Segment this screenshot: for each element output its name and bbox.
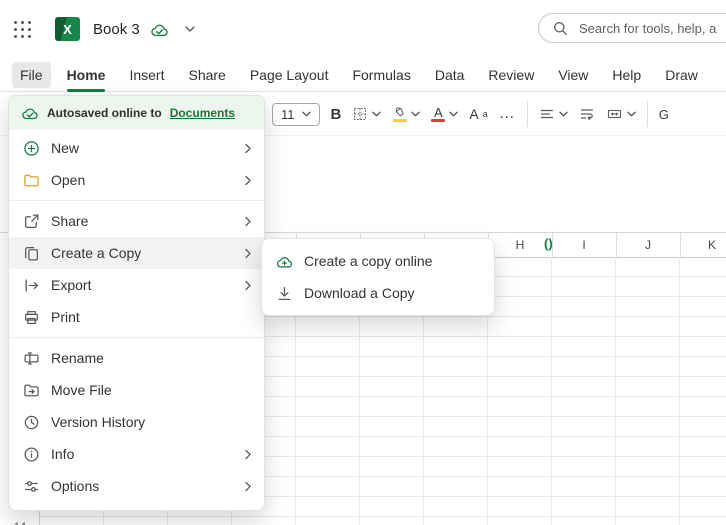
bold-button[interactable]: B (331, 106, 342, 123)
file-menu-item-info[interactable]: Info (9, 438, 264, 470)
ribbon-divider (646, 101, 648, 127)
font-color-letter: A (434, 104, 443, 120)
rename-icon (23, 350, 40, 367)
submenu-chevron-icon (245, 248, 252, 259)
fill-color-button[interactable] (392, 106, 421, 122)
submenu-chevron-icon (245, 449, 252, 460)
tab-help[interactable]: Help (604, 62, 649, 88)
merge-cells-icon (607, 109, 621, 119)
submenu-chevron-icon (245, 481, 252, 492)
wrap-text-icon (580, 109, 593, 120)
excel-online-window: H I J K () 14 X Book 3 (0, 0, 726, 525)
more-font-options-button[interactable]: … (499, 105, 516, 123)
cloud-saved-icon (150, 22, 169, 37)
submenu-chevron-icon (245, 143, 252, 154)
ribbon-divider (526, 101, 528, 127)
submenu-chevron-icon (245, 280, 252, 291)
chevron-down-icon (372, 111, 382, 117)
autosave-banner: Autosaved online to Documents (9, 96, 264, 130)
font-color-swatch (431, 118, 446, 122)
row-header-14[interactable]: 14 (0, 517, 40, 525)
create-a-copy-submenu: Create a copy online Download a Copy (261, 238, 495, 316)
top-bar: X Book 3 (0, 0, 726, 58)
folder-move-icon (23, 382, 40, 399)
tab-file[interactable]: File (12, 61, 51, 88)
column-header-i[interactable]: I (552, 233, 616, 257)
font-color-button[interactable]: A (431, 104, 459, 122)
info-icon (23, 446, 40, 463)
file-menu-item-options[interactable]: Options (9, 470, 264, 502)
file-menu-item-create-a-copy[interactable]: Create a Copy (9, 237, 264, 269)
printer-icon (23, 309, 40, 326)
font-size-value: 11 (281, 106, 295, 122)
borders-icon (354, 108, 367, 120)
share-icon (23, 213, 40, 230)
file-menu-item-open[interactable]: Open (9, 164, 264, 196)
align-button[interactable] (539, 106, 568, 122)
title-chevron-down-icon[interactable] (185, 26, 195, 32)
file-menu-item-move-file[interactable]: Move File (9, 374, 264, 406)
submenu-chevron-icon (245, 216, 252, 227)
excel-logo-icon[interactable]: X (55, 17, 80, 41)
workbook-title[interactable]: Book 3 (93, 21, 140, 38)
wrap-text-button[interactable] (579, 106, 595, 122)
menu-bar: File Home Insert Share Page Layout Formu… (0, 58, 726, 92)
chevron-down-icon (627, 111, 636, 117)
tab-view[interactable]: View (550, 62, 596, 88)
download-icon (276, 285, 293, 302)
options-icon (23, 478, 40, 495)
change-case-button[interactable]: Aa (469, 106, 487, 122)
menu-divider (9, 200, 264, 201)
file-menu-item-new[interactable]: New (9, 132, 264, 164)
column-header-j[interactable]: J (616, 233, 680, 257)
tab-review[interactable]: Review (480, 62, 542, 88)
column-header-k[interactable]: K (680, 233, 726, 257)
file-menu-item-rename[interactable]: Rename (9, 342, 264, 374)
chevron-down-icon (301, 111, 311, 117)
submenu-chevron-icon (245, 175, 252, 186)
search-input[interactable] (577, 19, 726, 37)
align-left-icon (540, 109, 553, 119)
export-icon (23, 277, 40, 294)
menu-divider (9, 337, 264, 338)
chevron-down-icon (559, 111, 568, 117)
submenu-item-create-a-copy-online[interactable]: Create a copy online (262, 245, 494, 277)
history-icon (23, 414, 40, 431)
tab-home[interactable]: Home (59, 62, 114, 92)
merge-cells-button[interactable] (606, 106, 636, 122)
tab-share[interactable]: Share (180, 62, 233, 88)
folder-icon (23, 172, 40, 189)
chevron-down-icon (449, 111, 459, 117)
submenu-item-download-a-copy[interactable]: Download a Copy (262, 277, 494, 309)
plus-circle-icon (23, 140, 40, 157)
tab-draw[interactable]: Draw (657, 62, 706, 88)
file-menu-item-print[interactable]: Print (9, 301, 264, 333)
file-menu-item-share[interactable]: Share (9, 205, 264, 237)
chevron-down-icon (411, 111, 421, 117)
tab-data[interactable]: Data (427, 62, 473, 88)
documents-link[interactable]: Documents (170, 106, 235, 120)
copy-icon (23, 245, 40, 262)
search-icon (554, 21, 568, 35)
cloud-plus-icon (276, 253, 293, 270)
column-selection-marker: () (544, 236, 553, 251)
autosave-text: Autosaved online to (47, 106, 162, 120)
file-menu: Autosaved online to Documents New Open S… (8, 95, 265, 511)
file-menu-item-export[interactable]: Export (9, 269, 264, 301)
tab-page-layout[interactable]: Page Layout (242, 62, 337, 88)
fill-bucket-icon (396, 107, 404, 117)
cloud-check-icon (22, 108, 38, 120)
app-launcher-icon[interactable] (14, 20, 31, 38)
search-box[interactable] (538, 13, 726, 43)
file-menu-item-version-history[interactable]: Version History (9, 406, 264, 438)
number-format-dropdown[interactable]: G (659, 107, 669, 122)
borders-button[interactable] (352, 106, 382, 122)
tab-formulas[interactable]: Formulas (344, 62, 418, 88)
column-header-h[interactable]: H (488, 233, 552, 257)
tab-insert[interactable]: Insert (121, 62, 172, 88)
fill-color-swatch (392, 119, 407, 122)
font-size-dropdown[interactable]: 11 (272, 102, 320, 126)
